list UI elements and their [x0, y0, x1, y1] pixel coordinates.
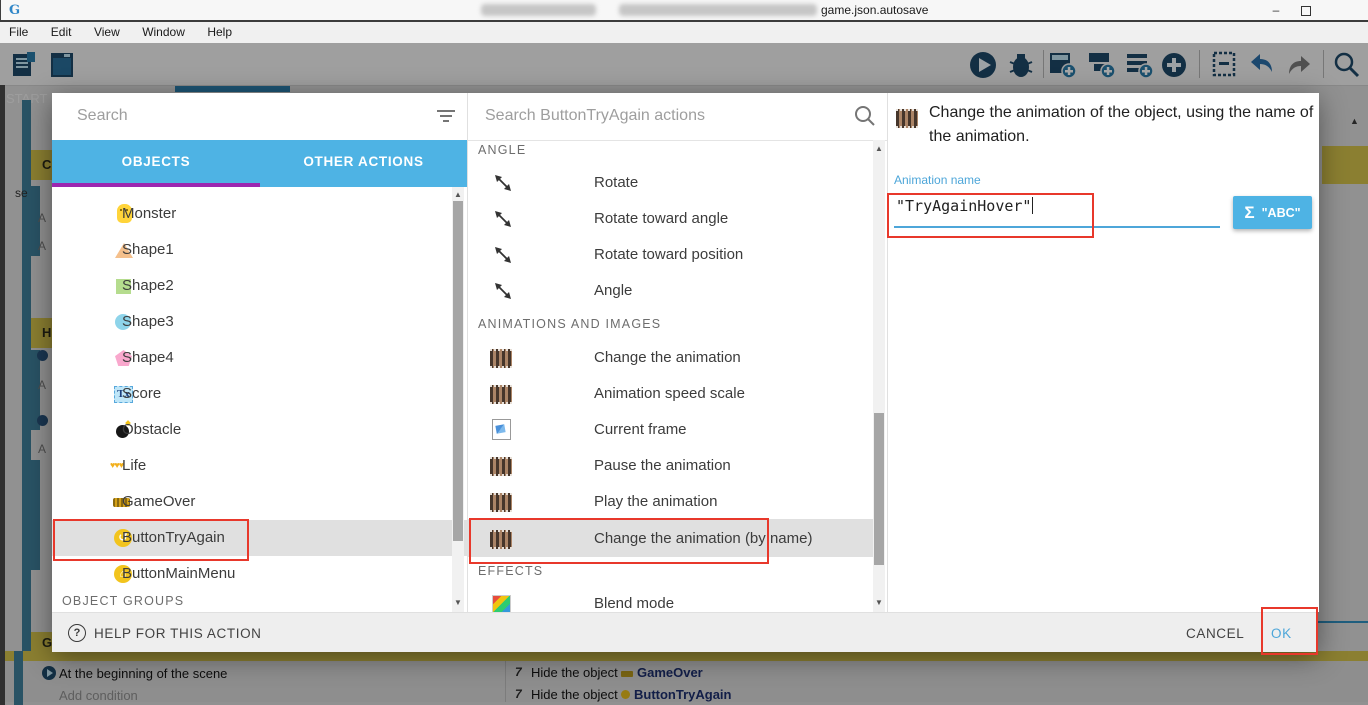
action-list-item[interactable]: Rotate — [468, 165, 888, 201]
object-list-item[interactable]: Shape1 — [52, 232, 467, 268]
animation-icon — [896, 109, 918, 128]
rotate-icon — [494, 174, 512, 197]
help-button[interactable]: HELP FOR THIS ACTION — [94, 626, 262, 641]
annotation-box-ok-button — [1261, 607, 1318, 655]
filter-icon[interactable] — [436, 107, 456, 130]
scroll-down-arrow[interactable]: ▼ — [452, 598, 464, 607]
action-list-item[interactable]: Play the animation — [468, 484, 888, 520]
object-list-item[interactable]: ♥♥♥ Life — [52, 448, 467, 484]
scroll-down-arrow[interactable]: ▼ — [873, 598, 885, 607]
instruction-editor-dialog: OBJECTS OTHER ACTIONS Monster Shape1 Sha… — [52, 93, 1318, 651]
object-groups-header: OBJECT GROUPS — [62, 594, 184, 608]
tab-objects[interactable]: OBJECTS — [52, 140, 260, 183]
menu-edit[interactable]: Edit — [42, 22, 81, 39]
annotation-box-buttontryagain — [53, 519, 249, 561]
action-list-item[interactable]: Pause the animation — [468, 448, 888, 484]
object-list-item[interactable]: Monster — [52, 196, 467, 232]
objects-search-input[interactable] — [75, 106, 359, 126]
help-icon[interactable]: ? — [68, 624, 86, 642]
scrollbar-thumb[interactable] — [874, 413, 884, 565]
expression-editor-button[interactable]: Σ "ABC" — [1233, 196, 1312, 229]
actions-search-bar — [468, 93, 888, 141]
object-list-item[interactable]: GameOver — [52, 484, 467, 520]
object-list-item[interactable]: Tx Score — [52, 376, 467, 412]
animation-icon — [490, 385, 512, 404]
cancel-button[interactable]: CANCEL — [1186, 626, 1244, 641]
menu-help[interactable]: Help — [198, 22, 241, 39]
section-effects: EFFECTS — [478, 564, 543, 578]
sigma-icon: Σ — [1244, 203, 1254, 223]
tab-other-actions[interactable]: OTHER ACTIONS — [260, 140, 467, 183]
menu-bar: File Edit View Window Help — [0, 22, 1368, 43]
annotation-box-change-animation-by-name — [469, 518, 769, 564]
window-title: game.json.autosave — [821, 3, 928, 17]
action-list-item[interactable]: Current frame — [468, 412, 888, 448]
parameter-label: Animation name — [894, 173, 981, 187]
redacted-title-text — [619, 4, 817, 16]
action-list-item[interactable]: Rotate toward angle — [468, 201, 888, 237]
restore-button[interactable] — [1301, 6, 1311, 16]
action-list-item[interactable]: Blend mode — [468, 586, 888, 612]
rotate-icon — [494, 282, 512, 305]
minimize-button[interactable]: – — [1263, 2, 1289, 18]
animation-icon — [490, 493, 512, 512]
menu-window[interactable]: Window — [133, 22, 194, 39]
object-list-item[interactable]: Shape3 — [52, 304, 467, 340]
section-angle: ANGLE — [478, 143, 526, 157]
actions-search-input[interactable] — [483, 106, 817, 126]
object-list-item[interactable]: Shape4 — [52, 340, 467, 376]
rotate-icon — [494, 246, 512, 269]
redacted-title-text — [481, 4, 596, 16]
current-frame-icon — [492, 419, 511, 440]
rotate-icon — [494, 210, 512, 233]
menu-file[interactable]: File — [0, 22, 37, 39]
scroll-up-arrow[interactable]: ▲ — [452, 190, 464, 199]
object-list-item[interactable]: ⌂ ButtonMainMenu — [52, 556, 467, 592]
action-list-item[interactable]: Animation speed scale — [468, 376, 888, 412]
menu-view[interactable]: View — [85, 22, 129, 39]
object-list-item[interactable]: Obstacle — [52, 412, 467, 448]
parameters-panel: Change the animation of the object, usin… — [887, 93, 1319, 612]
action-list-item[interactable]: Change the animation — [468, 340, 888, 376]
action-description: Change the animation of the object, usin… — [929, 101, 1321, 149]
scrollbar-thumb[interactable] — [453, 201, 463, 541]
object-list-item[interactable]: Shape2 — [52, 268, 467, 304]
objects-search-bar — [52, 93, 467, 141]
animation-icon — [490, 349, 512, 368]
action-list-item[interactable]: Rotate toward position — [468, 237, 888, 273]
action-list-item[interactable]: Angle — [468, 273, 888, 309]
scroll-up-arrow[interactable]: ▲ — [873, 144, 885, 153]
section-animations: ANIMATIONS AND IMAGES — [478, 317, 661, 331]
objects-tabbar: OBJECTS OTHER ACTIONS — [52, 140, 467, 187]
blend-mode-icon — [492, 595, 511, 612]
annotation-box-animation-name-field — [887, 193, 1094, 238]
title-bar: G game.json.autosave – — [0, 0, 1368, 20]
app-window: START C se A A H A A G ▲ ▼ At the beginn… — [0, 0, 1368, 705]
search-icon[interactable] — [854, 105, 876, 132]
dialog-footer: ? HELP FOR THIS ACTION CANCEL OK — [52, 612, 1318, 652]
gdevelop-logo-icon: G — [9, 3, 23, 17]
animation-icon — [490, 457, 512, 476]
